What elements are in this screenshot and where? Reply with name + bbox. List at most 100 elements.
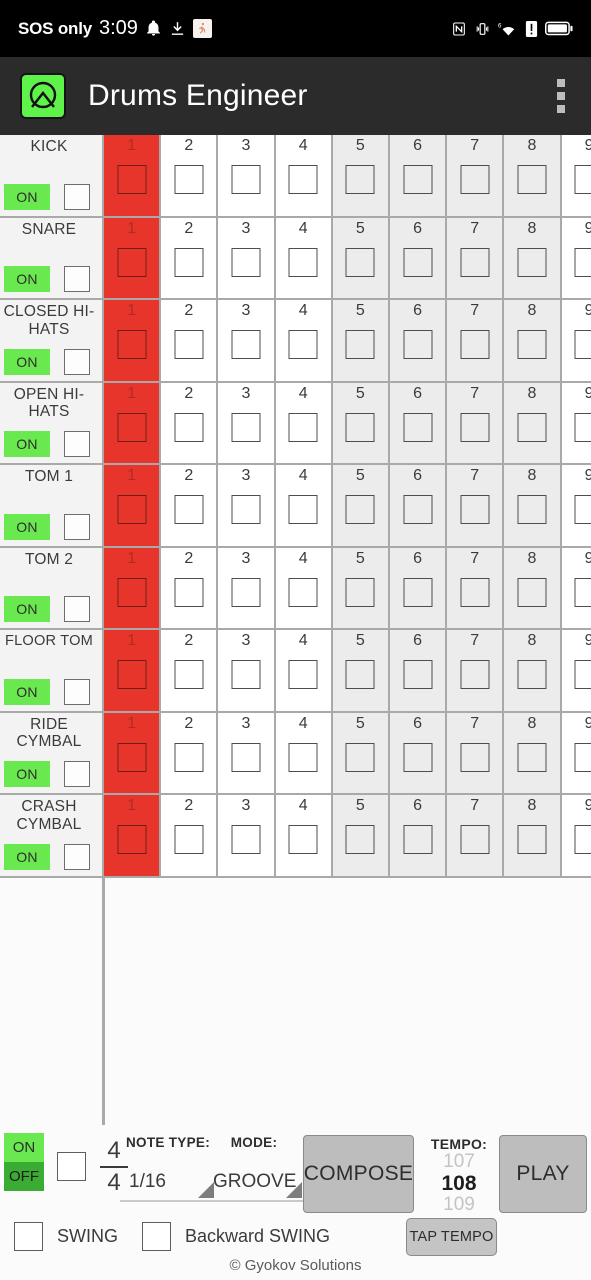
drum-on-toggle[interactable]: ON: [4, 678, 50, 705]
step-cell[interactable]: 2: [161, 300, 219, 381]
step-checkbox[interactable]: [460, 330, 490, 359]
step-cell[interactable]: 4: [275, 300, 333, 381]
step-cell[interactable]: 5: [332, 547, 390, 628]
step-checkbox[interactable]: [231, 825, 261, 854]
step-checkbox[interactable]: [117, 660, 147, 689]
drum-on-toggle[interactable]: ON: [4, 183, 50, 210]
step-checkbox[interactable]: [345, 660, 375, 689]
step-checkbox[interactable]: [517, 412, 547, 442]
drum-on-toggle[interactable]: ON: [4, 596, 50, 622]
step-cell[interactable]: 2: [161, 382, 219, 463]
overflow-menu[interactable]: [551, 73, 571, 119]
drum-solo-checkbox[interactable]: [64, 843, 90, 870]
step-cell[interactable]: 2: [161, 547, 219, 628]
step-checkbox[interactable]: [460, 247, 490, 277]
step-cell[interactable]: 9: [561, 795, 591, 876]
step-checkbox[interactable]: [288, 825, 318, 854]
step-cell[interactable]: 9: [561, 712, 591, 793]
step-checkbox[interactable]: [231, 577, 261, 607]
step-cell[interactable]: 1: [104, 300, 162, 381]
step-cell[interactable]: 6: [389, 217, 448, 298]
step-cell[interactable]: 3: [218, 300, 276, 381]
step-checkbox[interactable]: [345, 742, 375, 772]
step-checkbox[interactable]: [174, 825, 204, 854]
step-cell[interactable]: 6: [389, 382, 448, 463]
step-checkbox[interactable]: [345, 165, 375, 194]
play-button[interactable]: PLAY: [499, 1135, 587, 1213]
step-checkbox[interactable]: [345, 412, 375, 442]
step-checkbox[interactable]: [574, 577, 591, 607]
step-checkbox[interactable]: [403, 412, 433, 442]
step-checkbox[interactable]: [517, 247, 547, 277]
step-checkbox[interactable]: [574, 165, 591, 194]
drum-solo-checkbox[interactable]: [64, 596, 90, 622]
step-cell[interactable]: 4: [275, 217, 333, 298]
step-cell[interactable]: 5: [332, 465, 390, 546]
metronome-on-button[interactable]: ON: [4, 1133, 44, 1162]
step-checkbox[interactable]: [460, 825, 490, 854]
step-checkbox[interactable]: [231, 742, 261, 772]
step-checkbox[interactable]: [174, 495, 204, 524]
step-cell[interactable]: 9: [561, 135, 591, 216]
step-checkbox[interactable]: [460, 577, 490, 607]
step-checkbox[interactable]: [345, 495, 375, 524]
step-cell[interactable]: 8: [504, 300, 562, 381]
metronome-off-button[interactable]: OFF: [4, 1162, 44, 1191]
step-checkbox[interactable]: [117, 825, 147, 854]
step-cell[interactable]: 2: [161, 630, 219, 711]
note-type-select[interactable]: 1/16: [120, 1166, 216, 1202]
step-cell[interactable]: 6: [389, 135, 448, 216]
step-checkbox[interactable]: [117, 330, 147, 359]
drum-solo-checkbox[interactable]: [64, 513, 90, 540]
step-checkbox[interactable]: [231, 495, 261, 524]
step-checkbox[interactable]: [117, 495, 147, 524]
step-cell[interactable]: 3: [218, 217, 276, 298]
step-cell[interactable]: 6: [389, 547, 448, 628]
step-checkbox[interactable]: [231, 412, 261, 442]
step-checkbox[interactable]: [460, 495, 490, 524]
step-cell[interactable]: 2: [161, 712, 219, 793]
step-cell[interactable]: 7: [447, 712, 505, 793]
step-checkbox[interactable]: [574, 247, 591, 277]
step-cell[interactable]: 8: [504, 135, 562, 216]
step-cell[interactable]: 1: [104, 135, 162, 216]
step-checkbox[interactable]: [517, 330, 547, 359]
step-checkbox[interactable]: [288, 165, 318, 194]
step-checkbox[interactable]: [174, 742, 204, 772]
step-checkbox[interactable]: [288, 412, 318, 442]
step-checkbox[interactable]: [174, 330, 204, 359]
step-cell[interactable]: 2: [161, 217, 219, 298]
step-cell[interactable]: 8: [504, 547, 562, 628]
step-checkbox[interactable]: [403, 825, 433, 854]
step-checkbox[interactable]: [231, 165, 261, 194]
step-cell[interactable]: 9: [561, 300, 591, 381]
drum-solo-checkbox[interactable]: [64, 761, 90, 787]
step-checkbox[interactable]: [403, 495, 433, 524]
step-checkbox[interactable]: [517, 660, 547, 689]
drum-solo-checkbox[interactable]: [64, 348, 90, 375]
step-checkbox[interactable]: [460, 165, 490, 194]
step-cell[interactable]: 1: [104, 217, 162, 298]
step-cell[interactable]: 7: [447, 465, 505, 546]
step-cell[interactable]: 3: [218, 382, 276, 463]
step-checkbox[interactable]: [403, 247, 433, 277]
metronome-checkbox[interactable]: [57, 1152, 86, 1181]
step-checkbox[interactable]: [460, 742, 490, 772]
step-cell[interactable]: 3: [218, 465, 276, 546]
step-checkbox[interactable]: [403, 577, 433, 607]
step-checkbox[interactable]: [460, 660, 490, 689]
step-checkbox[interactable]: [517, 825, 547, 854]
step-cell[interactable]: 3: [218, 547, 276, 628]
step-cell[interactable]: 4: [275, 135, 333, 216]
step-checkbox[interactable]: [345, 825, 375, 854]
step-cell[interactable]: 7: [447, 300, 505, 381]
step-cell[interactable]: 1: [104, 382, 162, 463]
step-checkbox[interactable]: [288, 495, 318, 524]
step-cell[interactable]: 4: [275, 630, 333, 711]
step-cell[interactable]: 6: [389, 712, 448, 793]
step-cell[interactable]: 1: [104, 465, 162, 546]
step-checkbox[interactable]: [345, 577, 375, 607]
tempo-next-value[interactable]: 109: [424, 1195, 494, 1215]
step-checkbox[interactable]: [231, 330, 261, 359]
step-cell[interactable]: 1: [104, 630, 162, 711]
